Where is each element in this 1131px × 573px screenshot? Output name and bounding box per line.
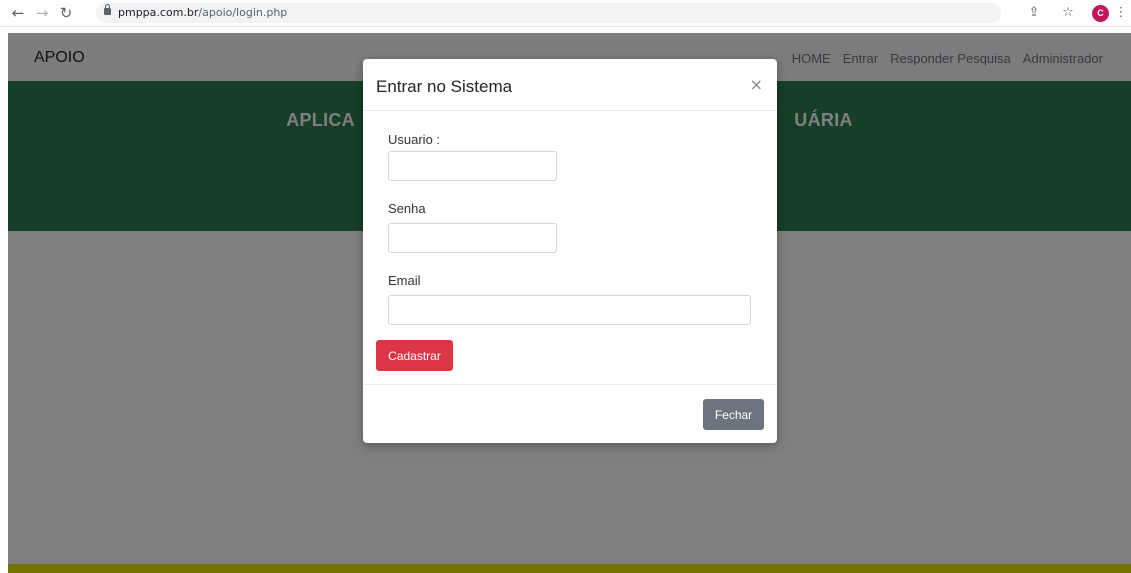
- star-icon[interactable]: ☆: [1058, 3, 1078, 23]
- modal-header: Entrar no Sistema ×: [363, 59, 777, 111]
- url-text: pmppa.com.br/apoio/login.php: [118, 6, 288, 19]
- cadastrar-button[interactable]: Cadastrar: [376, 340, 453, 371]
- close-icon[interactable]: ×: [750, 75, 763, 94]
- address-bar[interactable]: pmppa.com.br/apoio/login.php: [96, 3, 1001, 23]
- senha-input[interactable]: [388, 223, 557, 253]
- senha-label: Senha: [388, 201, 426, 216]
- share-icon[interactable]: ⇪: [1024, 3, 1044, 23]
- login-modal: Entrar no Sistema × Usuario : Senha Emai…: [363, 59, 777, 443]
- forward-arrow-icon[interactable]: →: [32, 3, 52, 23]
- browser-toolbar: ← → ↻ pmppa.com.br/apoio/login.php ⇪ ☆ C…: [0, 0, 1131, 27]
- email-label: Email: [388, 273, 421, 288]
- modal-title: Entrar no Sistema: [376, 77, 513, 96]
- back-arrow-icon[interactable]: ←: [8, 3, 28, 23]
- menu-dots-icon[interactable]: ⋮: [1111, 3, 1131, 23]
- usuario-label: Usuario :: [388, 132, 441, 147]
- email-input[interactable]: [388, 295, 751, 325]
- usuario-input[interactable]: [388, 151, 557, 181]
- profile-avatar[interactable]: C: [1092, 5, 1109, 22]
- fechar-button[interactable]: Fechar: [703, 399, 764, 430]
- lock-icon: [104, 4, 111, 15]
- modal-footer-divider: [363, 384, 777, 385]
- reload-icon[interactable]: ↻: [56, 3, 76, 23]
